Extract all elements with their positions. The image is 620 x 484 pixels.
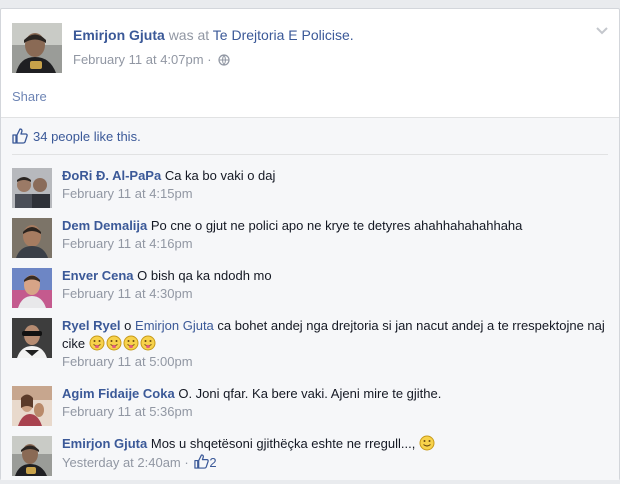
likes-count-text[interactable]: 34 people like this. <box>33 129 141 144</box>
comment-timestamp[interactable]: February 11 at 4:15pm <box>62 186 193 201</box>
comment-like-count[interactable]: 2 <box>209 455 216 470</box>
post-author-line: Emirjon Gjuta was at Te Drejtoria E Poli… <box>73 27 354 43</box>
comment-text: Po cne o gjut ne polici apo ne krye te d… <box>150 218 523 233</box>
post-card: Emirjon Gjuta was at Te Drejtoria E Poli… <box>0 8 620 480</box>
comment-body: Emirjon Gjuta Mos u shqetësoni gjithëçka… <box>62 435 608 456</box>
comment-author[interactable]: Agim Fidaije Coka <box>62 386 175 401</box>
comment-timestamp[interactable]: February 11 at 5:00pm <box>62 354 193 369</box>
comment-author[interactable]: Dem Demalija <box>62 218 147 233</box>
thumbs-up-icon[interactable] <box>194 454 210 472</box>
comment-text: Mos u shqetësoni gjithëçka eshte ne rreg… <box>150 436 416 451</box>
comment-text: O. Joni qfar. Ka bere vaki. Ajeni mire t… <box>178 386 442 401</box>
feedback-section: 34 people like this. ĐoRi Đ. Al-PaPa Ca … <box>1 117 619 480</box>
meta-separator: · <box>207 52 212 67</box>
tongue-emoji-icon <box>89 335 105 356</box>
comment-timestamp[interactable]: February 11 at 4:30pm <box>62 286 193 301</box>
comment-item: Agim Fidaije Coka O. Joni qfar. Ka bere … <box>12 382 608 430</box>
thumbs-up-icon <box>12 128 28 147</box>
comment-author[interactable]: ĐoRi Đ. Al-PaPa <box>62 168 161 183</box>
post-meta: February 11 at 4:07pm · <box>73 52 230 69</box>
comment-avatar[interactable] <box>12 268 52 308</box>
tongue-emoji-icon <box>123 335 139 356</box>
globe-icon[interactable] <box>218 54 230 69</box>
comment-item: Emirjon Gjuta Mos u shqetësoni gjithëçka… <box>12 432 608 480</box>
comment-text: O bish qa ka ndodh mo <box>137 268 272 283</box>
post-was-at: was at <box>168 27 210 43</box>
comment-avatar[interactable] <box>12 386 52 426</box>
comment-body: Dem Demalija Po cne o gjut ne polici apo… <box>62 217 608 235</box>
comment-body: Agim Fidaije Coka O. Joni qfar. Ka bere … <box>62 385 608 403</box>
comment-avatar[interactable] <box>12 436 52 476</box>
author-avatar[interactable] <box>12 23 62 73</box>
comment-author[interactable]: Emirjon Gjuta <box>62 436 147 451</box>
comment-timestamp[interactable]: Yesterday at 2:40am <box>62 455 181 470</box>
comment-author[interactable]: Ryel Ryel <box>62 318 121 333</box>
comment-avatar[interactable] <box>12 318 52 358</box>
comment-item: Ryel Ryel o Emirjon Gjuta ca bohet andej… <box>12 314 608 380</box>
post-author-name[interactable]: Emirjon Gjuta <box>73 27 165 43</box>
comment-timestamp[interactable]: February 11 at 5:36pm <box>62 404 193 419</box>
comment-body: Ryel Ryel o Emirjon Gjuta ca bohet andej… <box>62 317 608 356</box>
tongue-emoji-icon <box>106 335 122 356</box>
post-timestamp[interactable]: February 11 at 4:07pm <box>73 52 204 67</box>
tagged-user-link[interactable]: Emirjon Gjuta <box>135 318 214 333</box>
comment-avatar[interactable] <box>12 168 52 208</box>
comment-text: Ca ka bo vaki o daj <box>164 168 276 183</box>
comment-timestamp[interactable]: February 11 at 4:16pm <box>62 236 193 251</box>
tongue-emoji-icon <box>140 335 156 356</box>
comment-body: Enver Cena O bish qa ka ndodh mo <box>62 267 608 285</box>
comment-item: Enver Cena O bish qa ka ndodh mo Februar… <box>12 264 608 312</box>
comment-avatar[interactable] <box>12 218 52 258</box>
smile-emoji-icon <box>419 435 435 456</box>
post-location[interactable]: Te Drejtoria E Policise. <box>213 27 354 43</box>
likes-summary: 34 people like this. <box>12 126 608 155</box>
comment-item: Dem Demalija Po cne o gjut ne polici apo… <box>12 214 608 262</box>
comment-item: ĐoRi Đ. Al-PaPa Ca ka bo vaki o daj Febr… <box>12 164 608 212</box>
comment-body: ĐoRi Đ. Al-PaPa Ca ka bo vaki o daj <box>62 167 608 185</box>
share-link[interactable]: Share <box>12 89 47 104</box>
comment-meta: Yesterday at 2:40am · 2 <box>62 454 217 472</box>
comment-author[interactable]: Enver Cena <box>62 268 134 283</box>
meta-separator: · <box>184 455 189 470</box>
chevron-down-icon[interactable] <box>595 25 609 39</box>
comment-prefix: o <box>124 318 132 333</box>
